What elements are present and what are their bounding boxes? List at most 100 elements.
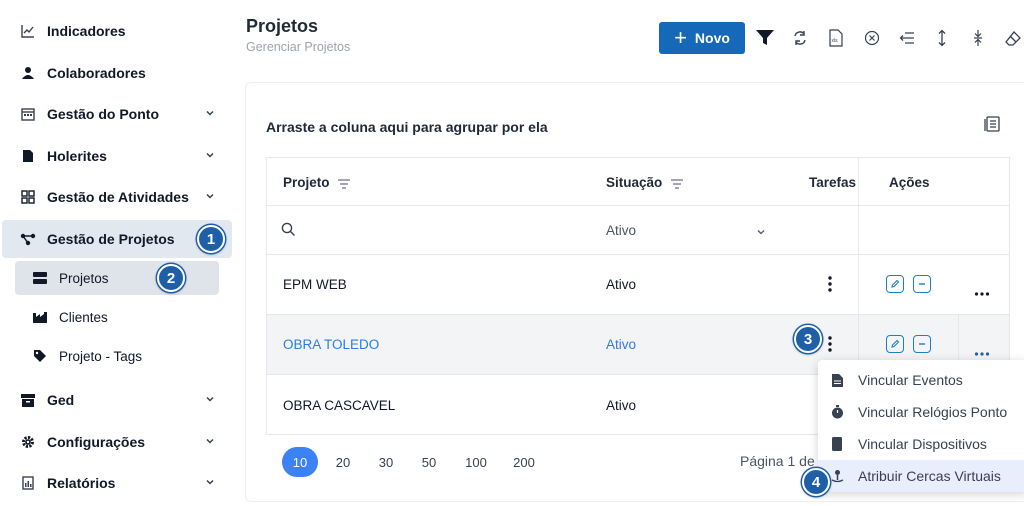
page-size-100[interactable]: 100	[462, 447, 490, 477]
chevron-down-icon	[204, 148, 218, 162]
page-size-30[interactable]: 30	[374, 447, 398, 477]
column-header-label: Projeto	[283, 175, 330, 190]
cell-situacao: Ativo	[606, 277, 637, 292]
excel-export-icon[interactable]: xls	[825, 27, 847, 49]
user-icon	[20, 65, 36, 81]
status-filter-select[interactable]: Ativo	[606, 223, 636, 238]
sidebar-subitem-label: Projeto - Tags	[59, 348, 143, 364]
page-size-200[interactable]: 200	[510, 447, 538, 477]
grid-icon	[20, 189, 36, 205]
chevron-down-icon	[204, 106, 218, 120]
menu-item-atribuir-cercas[interactable]: Atribuir Cercas Virtuais	[818, 460, 1024, 492]
collapse-vertical-icon[interactable]	[967, 27, 989, 49]
chevron-down-icon	[204, 392, 218, 406]
filter-icon[interactable]	[754, 27, 776, 49]
grid-divider	[266, 314, 1010, 315]
column-header-tarefas[interactable]: Tarefas	[809, 175, 856, 190]
page-info: Página 1 de	[740, 453, 815, 469]
kebab-menu-icon[interactable]	[826, 335, 834, 358]
remove-icon[interactable]	[913, 335, 931, 353]
column-header-acoes: Ações	[889, 175, 930, 190]
report-icon	[20, 475, 36, 491]
menu-item-vincular-dispositivos[interactable]: Vincular Dispositivos	[818, 428, 1024, 460]
map-pin-icon	[830, 469, 844, 483]
column-menu-icon[interactable]	[670, 177, 684, 195]
svg-text:xls: xls	[832, 38, 839, 44]
sidebar-subitem-projetos[interactable]: Projetos	[15, 261, 219, 295]
page-size-20[interactable]: 20	[331, 447, 355, 477]
sidebar-item-ged[interactable]: Ged	[0, 381, 232, 419]
cell-situacao: Ativo	[606, 398, 637, 413]
kebab-menu-icon[interactable]	[826, 275, 834, 298]
edit-icon[interactable]	[886, 335, 904, 353]
sidebar-item-label: Gestão de Atividades	[47, 189, 189, 205]
group-panel-hint[interactable]: Arraste a coluna aqui para agrupar por e…	[266, 119, 548, 135]
refresh-icon[interactable]	[789, 27, 811, 49]
chevron-down-icon[interactable]	[755, 225, 767, 243]
gear-icon	[20, 434, 36, 450]
remove-icon[interactable]	[913, 275, 931, 293]
page-subtitle: Gerenciar Projetos	[246, 40, 351, 54]
close-circle-icon[interactable]	[861, 27, 883, 49]
search-icon[interactable]	[281, 222, 296, 242]
document-icon	[20, 148, 36, 164]
menu-item-vincular-eventos[interactable]: Vincular Eventos	[818, 364, 1024, 396]
sidebar-item-label: Ged	[47, 392, 75, 408]
plus-icon: +	[674, 25, 687, 50]
column-header-projeto[interactable]: Projeto	[283, 175, 330, 190]
sidebar-subitem-clientes[interactable]: Clientes	[33, 300, 108, 334]
cell-situacao: Ativo	[606, 337, 637, 352]
grid-divider	[266, 254, 1010, 255]
menu-item-label: Vincular Dispositivos	[858, 436, 987, 452]
step-badge-1: 1	[197, 225, 225, 253]
sidebar: Indicadores Colaboradores Gestão do Pont…	[0, 0, 238, 506]
calendar-icon	[20, 106, 36, 122]
cell-projeto[interactable]: OBRA TOLEDO	[283, 337, 379, 352]
sidebar-item-colaboradores[interactable]: Colaboradores	[0, 54, 232, 92]
menu-item-label: Vincular Relógios Ponto	[858, 404, 1008, 420]
sidebar-subitem-label: Clientes	[59, 309, 108, 325]
industry-icon	[33, 310, 47, 324]
server-icon	[33, 271, 47, 285]
sidebar-item-configuracoes[interactable]: Configurações	[0, 423, 232, 461]
cell-projeto[interactable]: EPM WEB	[283, 277, 347, 292]
sidebar-item-label: Colaboradores	[47, 65, 146, 81]
row-actions-menu: Vincular Eventos Vincular Relógios Ponto…	[818, 360, 1024, 492]
tag-icon	[33, 349, 47, 363]
column-menu-icon[interactable]	[337, 177, 351, 195]
step-badge-4: 4	[802, 468, 830, 496]
column-chooser-icon[interactable]	[984, 116, 1002, 134]
new-project-button[interactable]: + Novo	[659, 22, 745, 54]
step-badge-3: 3	[794, 325, 822, 353]
expand-vertical-icon[interactable]	[931, 27, 953, 49]
chevron-down-icon	[204, 475, 218, 489]
new-button-label: Novo	[694, 30, 730, 46]
column-header-label: Situação	[606, 175, 663, 190]
sidebar-item-label: Gestão do Ponto	[47, 106, 159, 122]
sidebar-item-relatorios[interactable]: Relatórios	[0, 464, 232, 502]
edit-icon[interactable]	[886, 275, 904, 293]
eraser-icon[interactable]	[1002, 27, 1024, 49]
sidebar-subitem-label: Projetos	[59, 270, 109, 286]
sidebar-subitem-projeto-tags[interactable]: Projeto - Tags	[33, 339, 142, 373]
sidebar-item-holerites[interactable]: Holerites	[0, 137, 232, 175]
page-title: Projetos	[246, 16, 319, 36]
more-horizontal-icon[interactable]	[974, 283, 990, 301]
menu-item-label: Vincular Eventos	[858, 372, 963, 388]
collapse-left-icon[interactable]	[896, 27, 918, 49]
column-header-situacao[interactable]: Situação	[606, 175, 662, 190]
file-icon	[830, 373, 844, 387]
sidebar-item-label: Gestão de Projetos	[47, 231, 175, 247]
page-size-50[interactable]: 50	[417, 447, 441, 477]
menu-item-vincular-relogios[interactable]: Vincular Relógios Ponto	[818, 396, 1024, 428]
chevron-down-icon	[204, 434, 218, 448]
more-horizontal-icon[interactable]	[974, 343, 990, 361]
cell-projeto[interactable]: OBRA CASCAVEL	[283, 398, 395, 413]
page-size-10[interactable]: 10	[282, 447, 318, 477]
sidebar-item-gestao-ponto[interactable]: Gestão do Ponto	[0, 95, 232, 133]
sidebar-item-gestao-atividades[interactable]: Gestão de Atividades	[0, 178, 232, 216]
device-icon	[830, 437, 844, 451]
sidebar-item-indicadores[interactable]: Indicadores	[0, 12, 232, 50]
sidebar-item-label: Holerites	[47, 148, 107, 164]
chart-line-icon	[20, 23, 36, 39]
